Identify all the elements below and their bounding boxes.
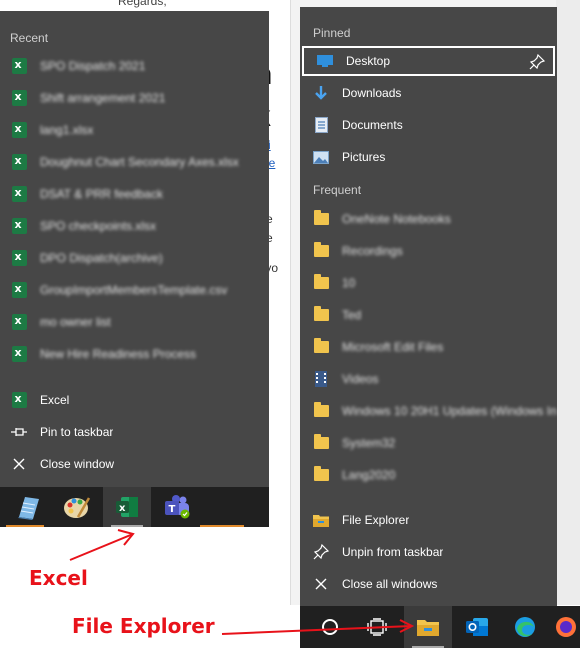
annotation-excel-label: Excel bbox=[29, 566, 88, 590]
annotation-arrows bbox=[69, 529, 415, 635]
annotation-file-explorer-label: File Explorer bbox=[72, 614, 215, 638]
